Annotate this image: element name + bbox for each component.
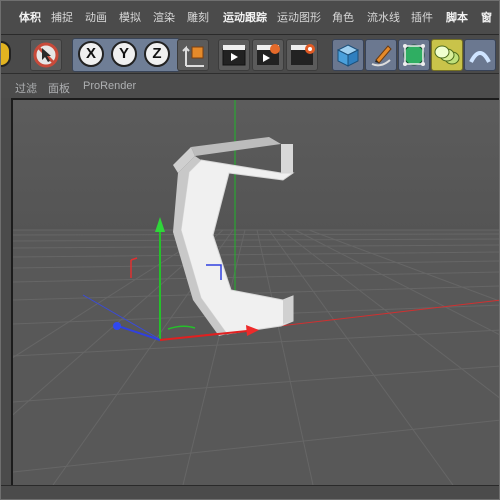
- menu-item-volume[interactable]: 体积: [19, 9, 41, 25]
- live-selection-button[interactable]: [30, 39, 62, 71]
- menu-item-script[interactable]: 脚本: [446, 9, 468, 25]
- z-axis-lock-button[interactable]: Z: [144, 41, 170, 67]
- menu-item-mograph[interactable]: 运动图形: [277, 9, 321, 25]
- left-edge-strip: [1, 98, 11, 485]
- menu-item-animate[interactable]: 动画: [85, 9, 107, 25]
- app-window: 体积 捕捉 动画 模拟 渲染 雕刻 运动跟踪 运动图形 角色 流水线 插件 脚本…: [0, 0, 500, 500]
- view-menu-filter[interactable]: 过滤: [15, 80, 37, 96]
- x-axis-lock-button[interactable]: X: [78, 41, 104, 67]
- render-settings-button[interactable]: [286, 39, 318, 71]
- coordinate-system-button[interactable]: [177, 39, 209, 71]
- rotate-tool-icon[interactable]: [1, 41, 11, 67]
- render-view-button[interactable]: [218, 39, 250, 71]
- cursor-icon: [33, 42, 59, 68]
- menu-item-plugins[interactable]: 插件: [411, 9, 433, 25]
- world-coordinates-icon: [182, 45, 204, 67]
- menu-item-render[interactable]: 渲染: [153, 9, 175, 25]
- array-generator-button[interactable]: [431, 39, 463, 71]
- main-toolbar: X Y Z: [1, 35, 499, 74]
- menu-item-simulate[interactable]: 模拟: [119, 9, 141, 25]
- subdivision-icon: [403, 44, 425, 66]
- bottom-bar: [1, 485, 499, 499]
- menu-item-sculpt[interactable]: 雕刻: [187, 9, 209, 25]
- view-menu-panel[interactable]: 面板: [48, 80, 70, 96]
- subdivision-surface-button[interactable]: [398, 39, 430, 71]
- menu-item-window[interactable]: 窗: [481, 9, 492, 25]
- main-menu-bar: 体积 捕捉 动画 模拟 渲染 雕刻 运动跟踪 运动图形 角色 流水线 插件 脚本…: [1, 1, 499, 35]
- floor-plane: [13, 230, 499, 485]
- array-icon: [434, 45, 460, 65]
- z-axis-handle[interactable]: [113, 322, 121, 330]
- deformer-icon: [469, 51, 491, 63]
- menu-item-snap[interactable]: 捕捉: [51, 9, 73, 25]
- viewport-menu-bar: 过滤 面板 ProRender: [1, 74, 499, 99]
- clapper-icon: [222, 45, 246, 66]
- viewport-background: [13, 100, 499, 236]
- y-axis-lock-button[interactable]: Y: [111, 41, 137, 67]
- viewport-canvas[interactable]: [13, 100, 500, 485]
- cube-icon: [336, 44, 360, 67]
- perspective-viewport[interactable]: [11, 98, 500, 485]
- deformer-button[interactable]: [464, 39, 496, 71]
- pen-icon: [371, 45, 392, 67]
- view-menu-prorender[interactable]: ProRender: [83, 80, 136, 92]
- menu-item-character[interactable]: 角色: [332, 9, 354, 25]
- menu-item-pipeline[interactable]: 流水线: [367, 9, 400, 25]
- render-to-picture-viewer-button[interactable]: [252, 39, 284, 71]
- menu-item-motion-tracking[interactable]: 运动跟踪: [223, 9, 267, 25]
- clapper-gear-icon: [291, 44, 315, 65]
- pen-spline-button[interactable]: [365, 39, 397, 71]
- cube-object-button[interactable]: [332, 39, 364, 71]
- clapper-play-icon: [257, 44, 280, 65]
